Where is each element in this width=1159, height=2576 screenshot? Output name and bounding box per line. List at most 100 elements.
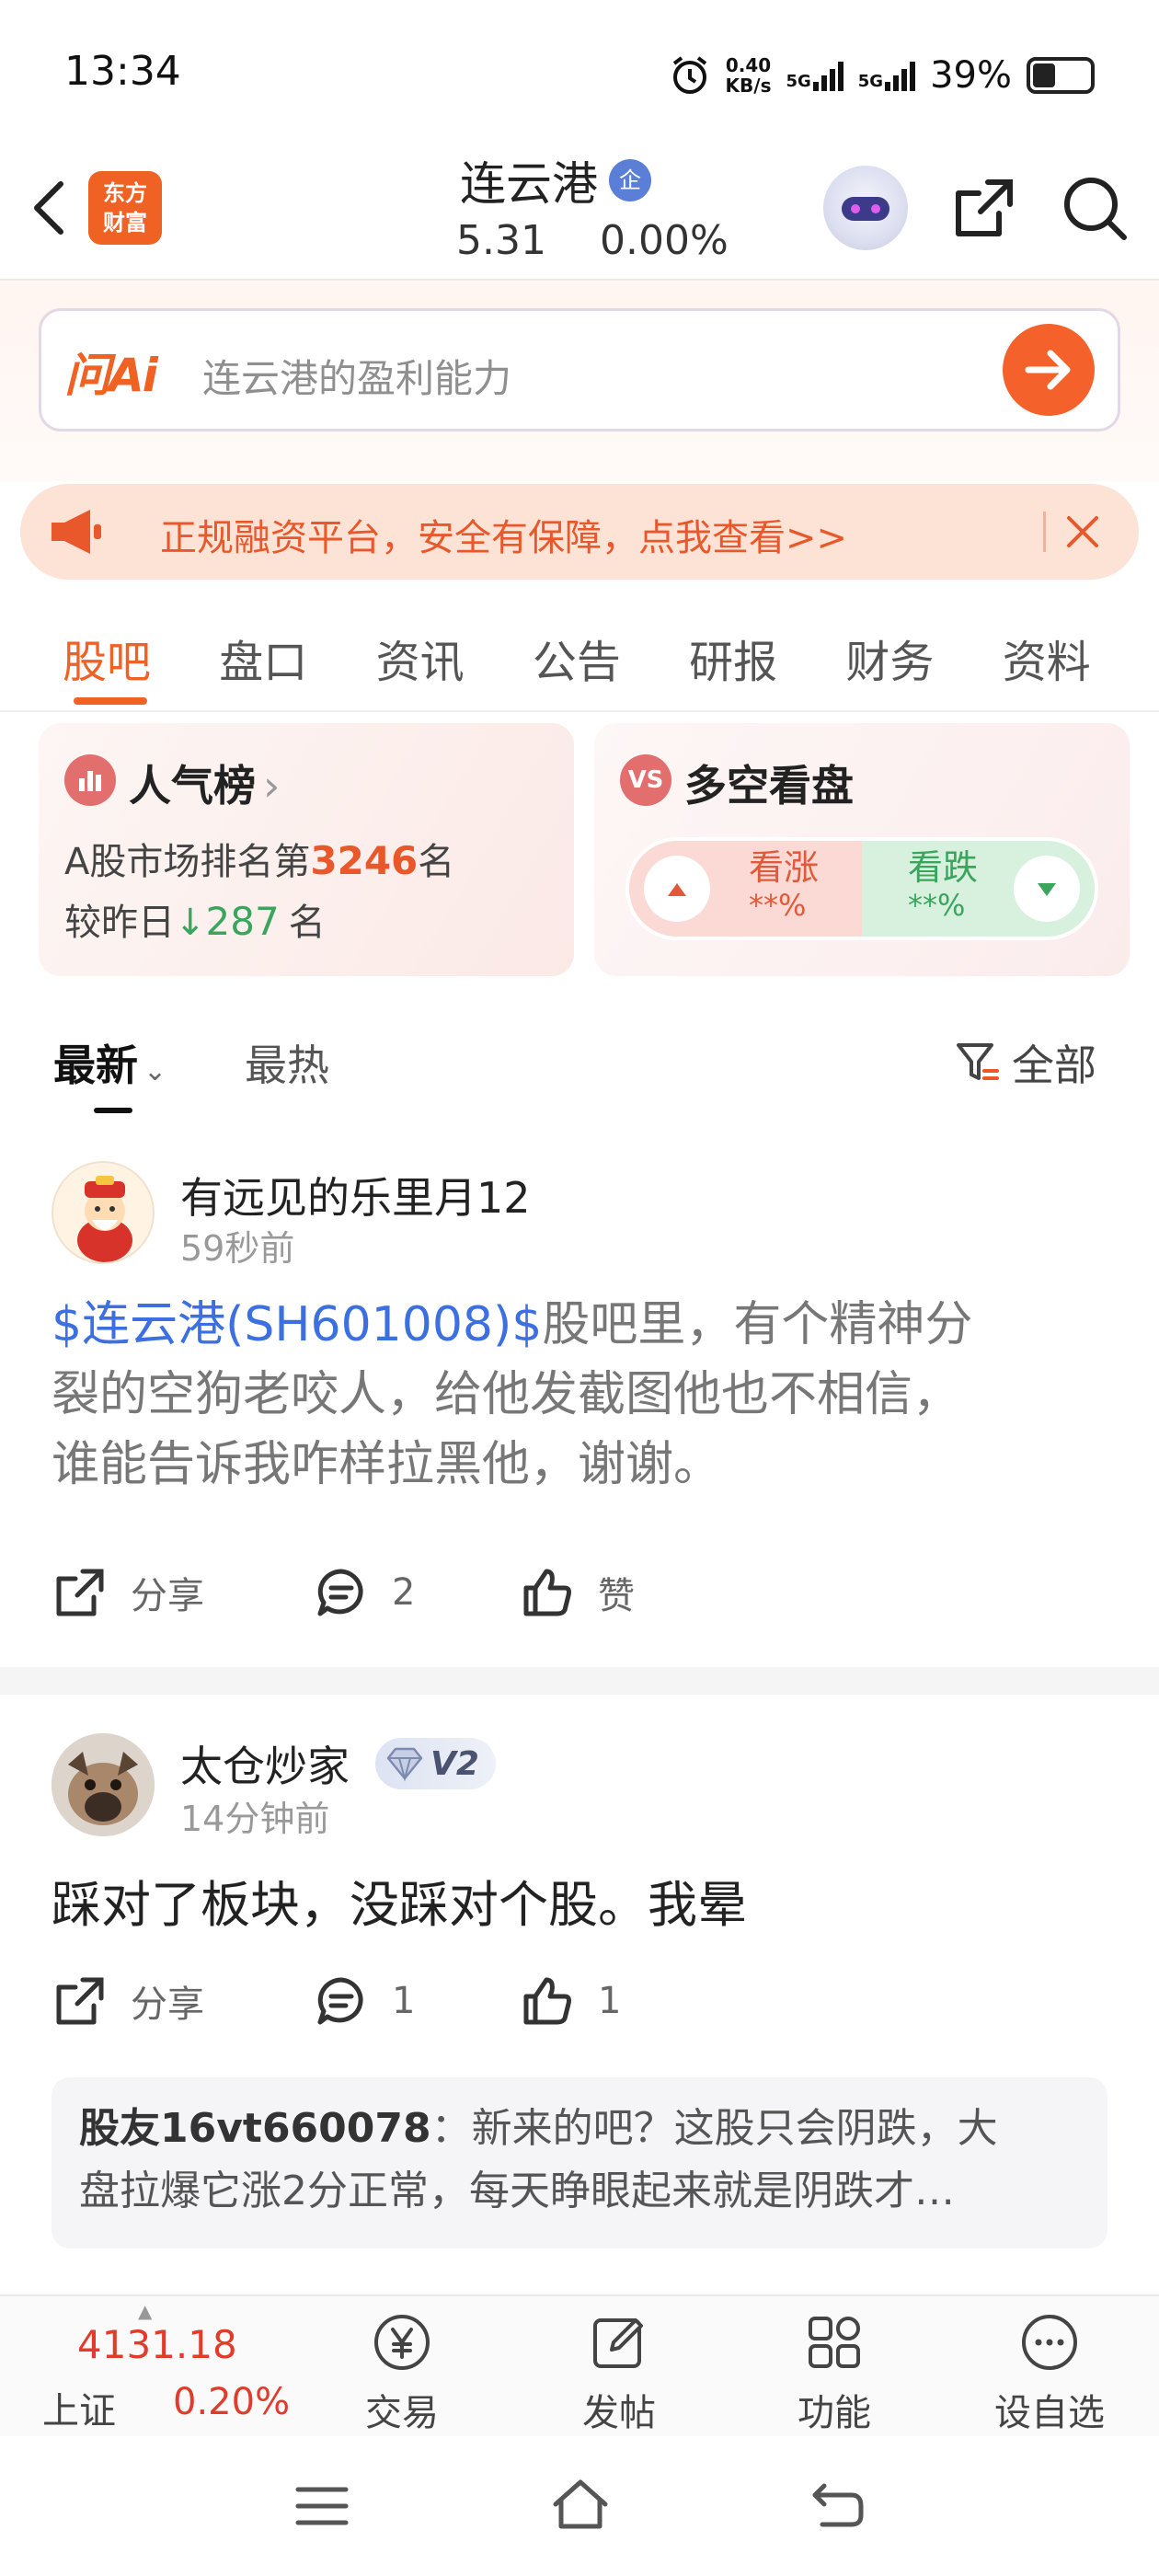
tab-pankou[interactable]: 盘口	[219, 626, 375, 710]
net-speed: 0.40 KB/s	[725, 54, 772, 97]
ai-logo: 问Ai	[64, 349, 158, 402]
triangle-down-icon	[1038, 883, 1056, 896]
arrow-right-icon	[1025, 350, 1071, 390]
stock-quote: 5.31 0.00%	[456, 217, 729, 264]
vote-up-pct: **%	[749, 888, 807, 923]
ranking-icon	[64, 754, 116, 806]
diamond-icon	[386, 1747, 423, 1782]
post-actions: 分享 2 赞	[52, 1564, 635, 1621]
promo-text[interactable]: 正规融资平台，安全有保障，点我查看>>	[160, 508, 847, 561]
stock-price: 5.31	[456, 217, 546, 264]
comment-action[interactable]: 1	[313, 1972, 519, 2030]
close-icon[interactable]	[1060, 509, 1106, 555]
back-nav-icon[interactable]	[808, 2478, 866, 2534]
post-username[interactable]: 太仓炒家	[180, 1733, 350, 1794]
post-body[interactable]: $连云港(SH601008)$股吧里，有个精神分 裂的空狗老咬人，给他发截图他也…	[52, 1290, 1119, 1500]
thumbs-up-icon	[523, 1977, 571, 2025]
tab-finance[interactable]: 财务	[845, 626, 1002, 710]
ai-submit-button[interactable]	[1003, 324, 1095, 416]
stock-cashtag[interactable]: $连云港(SH601008)$	[52, 1297, 542, 1352]
status-icons: 0.40 KB/s 5G 5G 39%	[669, 48, 1095, 103]
yen-circle-icon	[374, 2315, 430, 2370]
comment-action[interactable]: 2	[313, 1564, 519, 1621]
share-icon	[56, 1569, 104, 1616]
arrow-down-icon: ↓	[175, 902, 206, 944]
vote-down-pct: **%	[908, 888, 966, 923]
enterprise-badge: 企	[609, 159, 651, 201]
tab-profile[interactable]: 资料	[1003, 626, 1159, 710]
menu-icon[interactable]	[293, 2478, 351, 2534]
post-user-row: 太仓炒家 V2	[180, 1733, 496, 1794]
home-icon[interactable]	[548, 2475, 613, 2534]
like-action[interactable]: 1	[519, 1972, 621, 2030]
ai-search-box[interactable]	[39, 308, 1120, 431]
megaphone-icon	[52, 510, 101, 554]
post-body[interactable]: 踩对了板块，没踩对个股。我晕	[52, 1864, 747, 1937]
index-change[interactable]: 0.20%	[173, 2381, 290, 2423]
filter-button[interactable]: 全部	[953, 1032, 1096, 1093]
sort-latest[interactable]: 最新 ⌄	[53, 1032, 166, 1093]
avatar[interactable]	[52, 1733, 155, 1836]
stock-name: 连云港	[460, 157, 598, 211]
index-name[interactable]: 上证	[42, 2381, 116, 2434]
tab-announcements[interactable]: 公告	[533, 626, 689, 710]
caret-up-icon: ▲	[138, 2300, 153, 2322]
nav-post[interactable]: 发帖	[550, 2309, 688, 2436]
more-circle-icon	[1022, 2315, 1077, 2370]
share-action[interactable]: 分享	[52, 1972, 313, 2030]
rank-change-line: 较昨日↓287 名	[64, 899, 326, 944]
share-icon[interactable]	[947, 171, 1021, 245]
reply-preview[interactable]: 股友16vt660078：新来的吧？这股只会阴跌，大 盘拉爆它涨2分正常，每天睁…	[52, 2077, 1107, 2248]
status-time: 13:34	[64, 48, 181, 95]
tab-news[interactable]: 资讯	[376, 626, 533, 710]
tab-research[interactable]: 研报	[689, 626, 845, 710]
back-arrow-icon[interactable]	[24, 171, 74, 245]
battery-icon	[1027, 57, 1095, 94]
ai-assistant-icon[interactable]	[823, 166, 908, 250]
share-icon	[56, 1977, 104, 2025]
nav-watchlist[interactable]: 设自选	[981, 2309, 1119, 2436]
tabs-divider	[0, 710, 1159, 712]
rank-change-value: 287	[205, 899, 280, 944]
reply-text: ：新来的吧？这股只会阴跌，大	[430, 2105, 998, 2152]
tab-guba[interactable]: 股吧	[63, 626, 219, 710]
index-value[interactable]: 4131.18	[77, 2322, 237, 2367]
triangle-up-icon	[668, 883, 686, 896]
post-actions: 分享 1 1	[52, 1972, 621, 2030]
battery-percent: 39%	[930, 54, 1012, 97]
post-separator	[0, 1667, 1159, 1695]
like-action[interactable]: 赞	[519, 1564, 635, 1621]
sort-underline	[94, 1108, 132, 1113]
reply-text-2: 盘拉爆它涨2分正常，每天睁眼起来就是阴跌才…	[79, 2168, 955, 2214]
chevron-right-icon: ›	[263, 761, 281, 811]
comment-icon	[317, 1977, 363, 2025]
nav-functions[interactable]: 功能	[765, 2309, 903, 2436]
app-logo[interactable]: 东方 财富	[88, 171, 162, 245]
post-username[interactable]: 有远见的乐里月12	[180, 1165, 531, 1225]
alarm-icon	[672, 56, 706, 94]
filter-icon	[957, 1043, 999, 1080]
share-action[interactable]: 分享	[52, 1564, 313, 1621]
thumbs-up-icon	[523, 1569, 571, 1616]
stock-title: 连云港 企	[460, 147, 651, 213]
vote-up-label: 看涨	[749, 847, 820, 888]
rank-line: A股市场排名第3246名	[64, 838, 455, 883]
vote-up-button[interactable]: 看涨 **%	[629, 841, 862, 937]
avatar[interactable]	[52, 1161, 155, 1264]
ai-search-input[interactable]: 连云港的盈利能力	[202, 348, 511, 404]
rank-number: 3246	[310, 838, 419, 883]
signal-icon-2: 5G	[858, 60, 916, 91]
signal-icon-1: 5G	[786, 60, 843, 91]
search-icon[interactable]	[1058, 171, 1131, 245]
long-short-title: 多空看盘	[684, 761, 854, 811]
sort-hot[interactable]: 最热	[245, 1032, 329, 1093]
post-time: 59秒前	[180, 1228, 295, 1269]
chevron-down-icon: ⌄	[143, 1055, 167, 1087]
nav-trade[interactable]: 交易	[333, 2309, 471, 2436]
vote-down-button[interactable]: 看跌 **%	[862, 841, 1095, 937]
popularity-title[interactable]: 人气榜 ›	[129, 753, 280, 813]
stock-change: 0.00%	[599, 217, 729, 264]
vote-down-label: 看跌	[908, 847, 979, 888]
reply-username[interactable]: 股友16vt660078	[79, 2105, 431, 2152]
level-badge: V2	[375, 1738, 496, 1789]
